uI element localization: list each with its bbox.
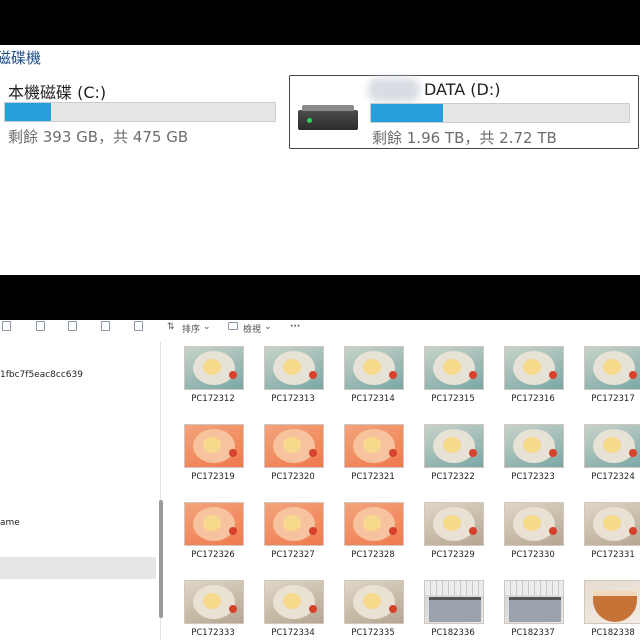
file-item[interactable]: PC172324: [560, 422, 640, 502]
this-pc-drives-panel: 磁碟機 本機磁碟 (C:) 剩餘 393 GB，共 475 GB DATA (D…: [0, 45, 640, 275]
file-item[interactable]: PC172330: [480, 500, 564, 580]
photo-thumbnail: [344, 424, 404, 468]
file-explorer-panel: ⇅ 排序 ⌄ 檢視 ⌄ ··· 1fbc7f5eac8cc639 ame PC1…: [0, 320, 640, 640]
drive-d-tile[interactable]: DATA (D:) 剩餘 1.96 TB，共 2.72 TB: [289, 75, 639, 149]
photo-thumbnail: [424, 502, 484, 546]
photo-thumbnail: [584, 424, 640, 468]
photo-thumbnail: [504, 580, 564, 624]
file-item[interactable]: PC172319: [160, 422, 244, 502]
photo-thumbnail: [264, 424, 324, 468]
photo-thumbnail: [184, 502, 244, 546]
file-item[interactable]: PC172320: [240, 422, 324, 502]
drive-c-usage-fill: [5, 103, 51, 121]
photo-thumbnail: [264, 502, 324, 546]
sort-icon[interactable]: ⇅: [167, 322, 175, 332]
file-name-label: PC172317: [591, 394, 635, 404]
nav-item-selected[interactable]: [0, 557, 156, 579]
photo-thumbnail: [504, 346, 564, 390]
photo-thumbnail: [584, 346, 640, 390]
hard-drive-icon: [298, 105, 358, 130]
drive-c-name: 本機磁碟 (C:): [8, 83, 107, 102]
photo-thumbnail: [264, 580, 324, 624]
photo-thumbnail: [344, 502, 404, 546]
photo-thumbnail: [184, 346, 244, 390]
photo-thumbnail: [264, 346, 324, 390]
view-icon[interactable]: [228, 322, 238, 330]
paste-icon[interactable]: [36, 321, 45, 331]
photo-thumbnail: [184, 424, 244, 468]
blurred-label: [368, 78, 420, 102]
file-item[interactable]: PC172322: [400, 422, 484, 502]
photo-thumbnail: [584, 580, 640, 624]
file-grid: PC172312 PC172313 PC172314 PC172315 PC172316…: [160, 342, 640, 640]
black-band-middle: [0, 275, 640, 320]
drive-d-usage-bar: [370, 103, 630, 123]
nav-item-name[interactable]: ame: [0, 518, 20, 528]
delete-icon[interactable]: [134, 321, 143, 331]
file-item[interactable]: PC182338: [560, 578, 640, 640]
file-item[interactable]: PC172329: [400, 500, 484, 580]
file-item[interactable]: PC172326: [160, 500, 244, 580]
photo-thumbnail: [424, 424, 484, 468]
file-item[interactable]: PC172317: [560, 344, 640, 424]
photo-thumbnail: [424, 580, 484, 624]
chevron-down-icon: ⌄: [203, 322, 211, 332]
photo-thumbnail: [424, 346, 484, 390]
file-item[interactable]: PC172321: [320, 422, 404, 502]
file-item[interactable]: PC172335: [320, 578, 404, 640]
photo-thumbnail: [344, 580, 404, 624]
file-item[interactable]: PC172313: [240, 344, 324, 424]
drive-c-tile[interactable]: 本機磁碟 (C:) 剩餘 393 GB，共 475 GB: [0, 75, 280, 147]
file-item[interactable]: PC172334: [240, 578, 324, 640]
photo-thumbnail: [344, 346, 404, 390]
file-item[interactable]: PC172331: [560, 500, 640, 580]
file-item[interactable]: PC172314: [320, 344, 404, 424]
file-item[interactable]: PC182337: [480, 578, 564, 640]
more-options-button[interactable]: ···: [290, 322, 300, 332]
file-item[interactable]: PC182336: [400, 578, 484, 640]
file-name-label: PC172331: [591, 550, 635, 560]
black-band-top: [0, 0, 640, 45]
file-item[interactable]: PC172333: [160, 578, 244, 640]
drives-section-title: 磁碟機: [0, 49, 42, 67]
file-name-label: PC172324: [591, 472, 635, 482]
file-item[interactable]: PC172328: [320, 500, 404, 580]
drive-c-space-text: 剩餘 393 GB，共 475 GB: [8, 128, 189, 146]
photo-thumbnail: [504, 424, 564, 468]
copy-icon[interactable]: [2, 321, 11, 331]
drive-d-name: DATA (D:): [424, 80, 501, 99]
file-item[interactable]: PC172312: [160, 344, 244, 424]
file-name-label: PC182338: [591, 628, 635, 638]
file-item[interactable]: PC172323: [480, 422, 564, 502]
sort-button[interactable]: 排序: [182, 322, 200, 335]
drive-d-usage-fill: [371, 104, 444, 122]
photo-thumbnail: [184, 580, 244, 624]
file-item[interactable]: PC172315: [400, 344, 484, 424]
navigation-pane: 1fbc7f5eac8cc639 ame: [0, 342, 161, 640]
nav-item-id[interactable]: 1fbc7f5eac8cc639: [0, 370, 83, 380]
file-item[interactable]: PC172316: [480, 344, 564, 424]
photo-thumbnail: [504, 502, 564, 546]
share-icon[interactable]: [101, 321, 110, 331]
rename-icon[interactable]: [68, 321, 77, 331]
file-item[interactable]: PC172327: [240, 500, 324, 580]
view-button[interactable]: 檢視: [243, 322, 261, 335]
command-bar: ⇅ 排序 ⌄ 檢視 ⌄ ···: [0, 320, 640, 336]
drive-d-space-text: 剩餘 1.96 TB，共 2.72 TB: [372, 129, 557, 147]
drive-c-usage-bar: [4, 102, 276, 122]
photo-thumbnail: [584, 502, 640, 546]
chevron-down-icon: ⌄: [264, 322, 272, 332]
